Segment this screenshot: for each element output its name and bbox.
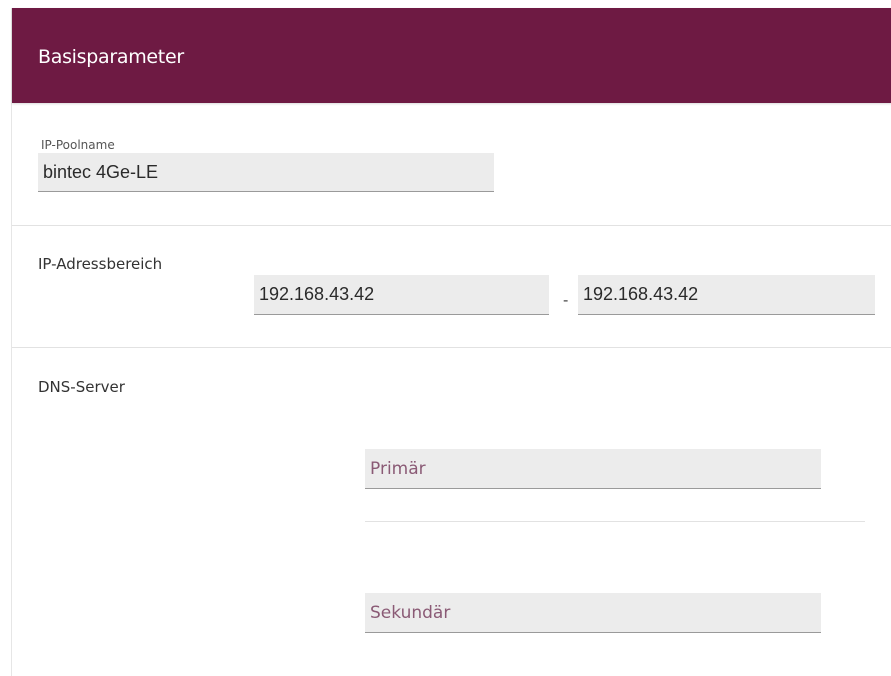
basic-parameters-panel: Basisparameter IP-Poolname IP-Adressbere…	[11, 8, 891, 676]
range-separator: -	[563, 292, 569, 309]
pool-name-input[interactable]	[38, 153, 494, 192]
dns-inner-divider	[365, 521, 865, 522]
range-end-input[interactable]	[578, 275, 875, 315]
dns-server-label: DNS-Server	[38, 378, 125, 396]
address-range-label: IP-Adressbereich	[38, 255, 163, 273]
section-title: Basisparameter	[38, 46, 184, 68]
divider	[12, 225, 891, 226]
dns-primary-input[interactable]	[365, 449, 821, 489]
range-start-input[interactable]	[254, 275, 549, 315]
section-header: Basisparameter	[12, 8, 891, 103]
pool-name-label: IP-Poolname	[41, 138, 115, 152]
divider	[12, 347, 891, 348]
dns-secondary-input[interactable]	[365, 593, 821, 633]
